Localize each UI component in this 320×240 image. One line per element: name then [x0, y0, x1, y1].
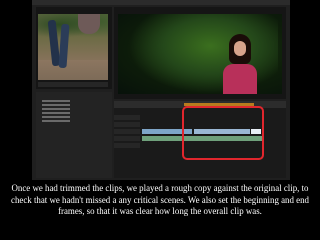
track-header-a1[interactable]	[114, 136, 140, 141]
person-face	[234, 41, 246, 56]
project-item[interactable]	[42, 120, 70, 122]
project-item[interactable]	[42, 100, 70, 102]
program-video-frame	[118, 14, 282, 94]
track-header-a2[interactable]	[114, 143, 140, 148]
project-item[interactable]	[42, 116, 70, 118]
person-in-tent	[223, 34, 257, 94]
project-item[interactable]	[42, 104, 70, 106]
caption-line-3: frames, so that it was clear how long th…	[58, 206, 262, 217]
program-monitor	[114, 7, 286, 99]
person-skirt	[78, 14, 100, 34]
person-body	[223, 64, 257, 94]
project-item[interactable]	[42, 108, 70, 110]
caption-line-1: Once we had trimmed the clips, we played…	[11, 183, 309, 193]
project-panel	[36, 92, 112, 178]
menu-bar	[32, 0, 290, 5]
track-header-v1[interactable]	[114, 129, 140, 134]
track-header-v2[interactable]	[114, 122, 140, 127]
source-monitor	[36, 7, 112, 89]
slide: Once we had trimmed the clips, we played…	[0, 0, 320, 240]
ground	[38, 60, 108, 80]
project-item[interactable]	[42, 112, 70, 114]
editor-screenshot	[32, 0, 290, 180]
caption: Once we had trimmed the clips, we played…	[0, 183, 320, 218]
track-header-v3[interactable]	[114, 115, 140, 120]
source-video-frame	[38, 14, 108, 80]
caption-line-2: check that we hadn't missed a any critic…	[11, 194, 309, 205]
source-transport-controls[interactable]	[38, 82, 108, 87]
highlight-box	[182, 106, 264, 160]
